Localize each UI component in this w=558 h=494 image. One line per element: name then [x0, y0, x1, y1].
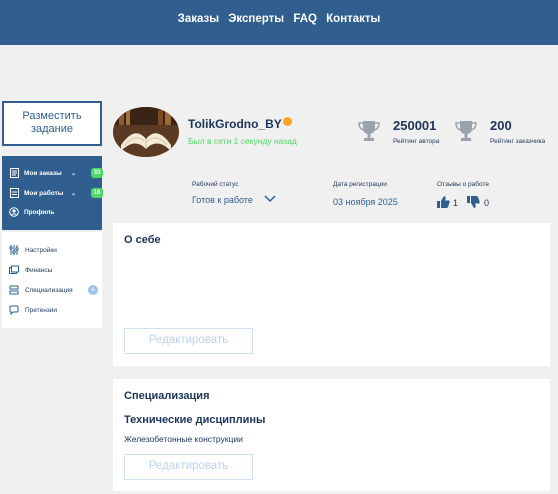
orders-count-badge: 33	[91, 168, 103, 178]
discipline-name: Технические дисциплины	[124, 414, 266, 426]
sidebar-item-label: Претензии	[25, 306, 58, 314]
sidebar-item-label: Финансы	[25, 266, 53, 274]
dislikes-count: 0	[484, 198, 490, 208]
edit-about-button[interactable]: Редактировать	[124, 328, 253, 354]
specialization-card: Специализация Технические дисциплины Жел…	[113, 379, 550, 491]
thumbs-up-icon	[437, 196, 450, 210]
work-status-label: Рабочий статус	[192, 181, 239, 188]
sidebar-item-settings[interactable]: Настройки	[9, 243, 101, 257]
sidebar-item-finance[interactable]: Финансы	[9, 263, 101, 277]
sidebar-item-label: Мои заказы	[24, 169, 62, 177]
profile-icon	[9, 207, 19, 217]
likes-count: 1	[453, 198, 459, 208]
add-specialization-icon[interactable]: +	[88, 285, 98, 295]
orders-icon	[9, 168, 19, 178]
author-rating-label: Рейтинг автора	[393, 138, 440, 145]
verified-badge-icon	[283, 117, 292, 126]
sidebar-item-my-works[interactable]: Мои работы ⌄ 16	[9, 185, 103, 201]
place-order-button[interactable]: Разместить задание	[2, 101, 102, 146]
customer-rating-label: Рейтинг заказчика	[490, 138, 546, 145]
about-card: О себе Редактировать	[113, 223, 550, 366]
thumbs-down-icon	[467, 196, 480, 210]
avatar	[113, 107, 179, 157]
registration-date: 03 ноября 2025	[333, 197, 398, 207]
work-status-value: Готов к работе	[192, 195, 253, 205]
sidebar-item-label: Профиль	[24, 208, 55, 216]
chevron-down-icon	[264, 195, 276, 205]
author-rating-value: 250001	[393, 118, 437, 133]
sidebar-secondary: Настройки Финансы Специализация + Претен…	[2, 232, 102, 328]
sidebar-item-my-orders[interactable]: Мои заказы ⌄ 33	[9, 165, 103, 181]
finance-icon	[9, 265, 19, 275]
customer-rating-value: 200	[490, 118, 512, 133]
nav-orders[interactable]: Заказы	[178, 13, 219, 25]
nav-contacts[interactable]: Контакты	[326, 13, 380, 25]
work-status-select[interactable]: Готов к работе	[192, 195, 280, 209]
trophy-icon	[357, 119, 380, 141]
claims-icon	[9, 305, 19, 315]
chevron-down-icon: ⌄	[71, 170, 77, 177]
top-nav: Заказы Эксперты FAQ Контакты	[0, 13, 558, 25]
registration-label: Дата регистрации	[333, 181, 387, 188]
username: TolikGrodno_BY	[188, 117, 282, 131]
sidebar-item-label: Специализация	[25, 286, 73, 294]
sidebar-item-profile[interactable]: Профиль	[9, 204, 99, 220]
sidebar-item-label: Мои работы	[24, 189, 64, 197]
sidebar-item-specialization[interactable]: Специализация +	[9, 283, 101, 297]
subject-name: Железобетонные конструкции	[124, 434, 243, 444]
works-count-badge: 16	[91, 188, 103, 198]
specialization-icon	[9, 285, 19, 295]
sidebar-primary: Мои заказы ⌄ 33 Мои работы ⌄ 16 Профиль	[2, 156, 103, 230]
likes-counter[interactable]: 1	[437, 196, 458, 210]
works-icon	[9, 188, 19, 198]
nav-faq[interactable]: FAQ	[293, 13, 317, 25]
dislikes-counter[interactable]: 0	[467, 196, 489, 210]
trophy-icon	[454, 119, 477, 141]
chevron-down-icon: ⌄	[71, 190, 77, 197]
reviews-label: Отзывы о работе	[437, 181, 489, 188]
sidebar-item-claims[interactable]: Претензии	[9, 303, 101, 317]
nav-experts[interactable]: Эксперты	[228, 13, 284, 25]
top-header: Заказы Эксперты FAQ Контакты	[0, 0, 558, 45]
specialization-title: Специализация	[124, 390, 210, 402]
about-title: О себе	[124, 234, 161, 246]
online-status: Был в сети 1 секунду назад	[188, 136, 297, 146]
edit-specialization-button[interactable]: Редактировать	[124, 454, 253, 480]
settings-icon	[9, 245, 19, 255]
sidebar-item-label: Настройки	[25, 246, 57, 254]
